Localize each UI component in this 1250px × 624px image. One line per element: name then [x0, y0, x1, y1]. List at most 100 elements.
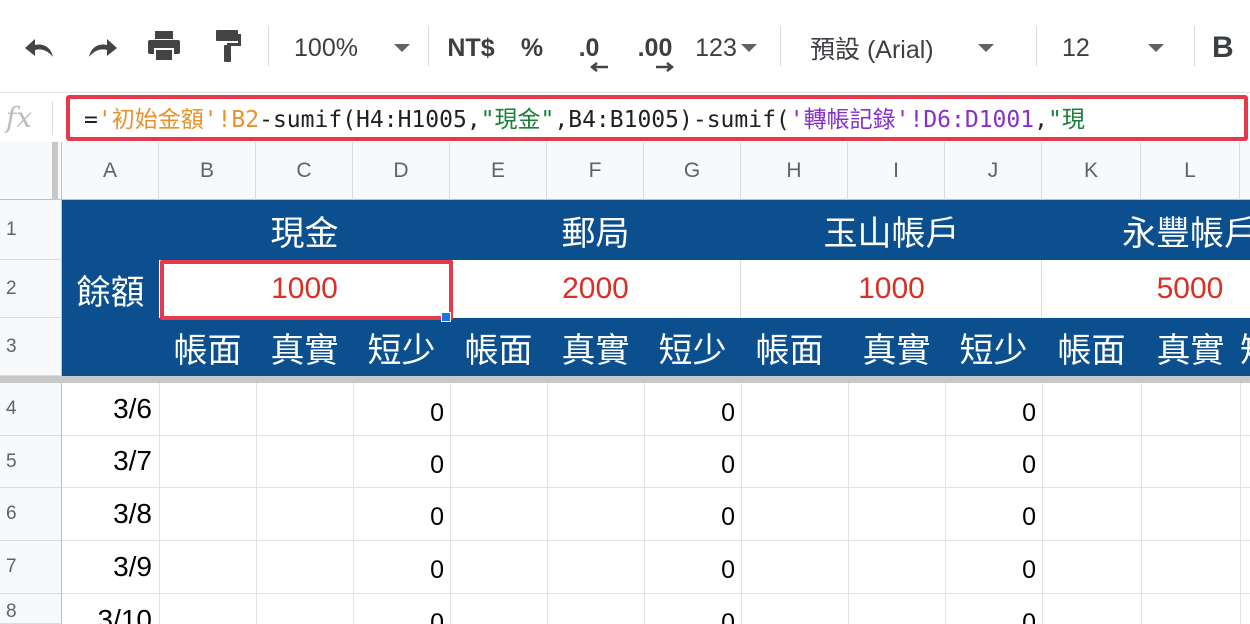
zoom-value: 100% [294, 33, 358, 62]
percent-label: % [520, 33, 544, 62]
formula-string-cash: "現金" [480, 107, 555, 133]
column-header-l[interactable]: L [1141, 142, 1240, 200]
shortage-post-cell[interactable]: 0 [644, 383, 741, 443]
column-header-k[interactable]: K [1042, 142, 1141, 200]
subheader-shortage[interactable]: 短少 [644, 318, 741, 376]
subheader-shortage[interactable]: 短少 [353, 318, 450, 376]
toolbar: 100% NT$ % .0 .00 123 預設 (Arial) 12 B [0, 0, 1250, 92]
row-header-3[interactable]: 3 [0, 318, 62, 376]
decrease-decimal-button[interactable]: .0 [566, 26, 612, 72]
percent-format-button[interactable]: % [512, 26, 552, 70]
currency-format-button[interactable]: NT$ [440, 26, 502, 70]
account-title-sinopac[interactable]: 永豐帳戶 [1042, 200, 1250, 260]
shortage-cash-cell[interactable]: 0 [353, 487, 450, 547]
select-all-corner[interactable] [0, 142, 62, 200]
font-family-select[interactable]: 預設 (Arial) [810, 26, 1020, 70]
freeze-divider[interactable] [0, 376, 1250, 383]
column-header-a[interactable]: A [62, 142, 159, 200]
column-header-g[interactable]: G [644, 142, 741, 200]
subheader-book[interactable]: 帳面 [741, 318, 838, 376]
column-header-j[interactable]: J [945, 142, 1042, 200]
account-title-esun[interactable]: 玉山帳戶 [741, 200, 1042, 260]
subheader-book[interactable]: 帳面 [1042, 318, 1141, 376]
column-header-b[interactable]: B [159, 142, 256, 200]
formula-ref-transfer: '轉帳記錄'!D6:D1001 [789, 107, 1035, 133]
account-title-cash[interactable]: 現金 [159, 200, 450, 260]
arrow-right-icon [656, 62, 675, 72]
column-header-c[interactable]: C [256, 142, 353, 200]
date-cell[interactable]: 3/10 [62, 593, 158, 624]
date-cell[interactable]: 3/7 [62, 435, 158, 487]
balance-esun[interactable]: 1000 [741, 260, 1042, 318]
subheader-shortage[interactable]: 短 [1240, 318, 1250, 376]
zoom-select[interactable]: 100% [290, 26, 414, 70]
shortage-cash-cell[interactable]: 0 [353, 593, 450, 624]
formula-text: ='初始金額'!B2-sumif(H4:H1005,"現金",B4:B1005)… [84, 105, 1085, 135]
subheader-book[interactable]: 帳面 [450, 318, 547, 376]
row-header-7[interactable]: 7 [0, 541, 62, 594]
row-header-5[interactable]: 5 [0, 436, 62, 488]
row-header-1[interactable]: 1 [0, 200, 62, 260]
subheader-actual[interactable]: 真實 [1141, 318, 1240, 376]
date-cell[interactable]: 3/8 [62, 487, 158, 540]
column-header-i[interactable]: I [848, 142, 945, 200]
increase-decimal-label: .00 [637, 33, 673, 62]
shortage-esun-cell[interactable]: 0 [945, 435, 1042, 495]
decrease-decimal-label: .0 [578, 33, 600, 62]
currency-label: NT$ [447, 33, 495, 62]
shortage-post-cell[interactable]: 0 [644, 435, 741, 495]
spreadsheet-grid: A B C D E F G H I J K L 1 2 3 4 5 6 7 8 … [0, 142, 1250, 624]
bold-label: B [1212, 31, 1234, 64]
increase-decimal-button[interactable]: .00 [630, 26, 680, 72]
undo-icon [25, 39, 53, 57]
subheader-actual[interactable]: 真實 [547, 318, 644, 376]
shortage-esun-cell[interactable]: 0 [945, 593, 1042, 624]
redo-button[interactable] [80, 26, 124, 70]
shortage-cash-cell[interactable]: 0 [353, 383, 450, 443]
column-header-e[interactable]: E [450, 142, 547, 200]
redo-icon [89, 39, 117, 57]
more-formats-select[interactable]: 123 [690, 26, 762, 70]
undo-button[interactable] [18, 26, 62, 70]
column-header-h[interactable]: H [741, 142, 848, 200]
row-header-4[interactable]: 4 [0, 383, 62, 436]
formula-input[interactable]: ='初始金額'!B2-sumif(H4:H1005,"現金",B4:B1005)… [66, 95, 1248, 141]
column-header-f[interactable]: F [547, 142, 644, 200]
shortage-post-cell[interactable]: 0 [644, 487, 741, 547]
row-header-2[interactable]: 2 [0, 260, 62, 318]
row-header-8[interactable]: 8 [0, 594, 62, 624]
shortage-cash-cell[interactable]: 0 [353, 540, 450, 600]
balance-post[interactable]: 2000 [450, 260, 741, 318]
paint-format-button[interactable] [206, 24, 250, 68]
balance-label[interactable]: 餘額 [62, 260, 159, 318]
font-size-select[interactable]: 12 [1062, 26, 1182, 70]
more-formats-label: 123 [695, 33, 737, 62]
font-family-value: 預設 (Arial) [810, 36, 934, 64]
shortage-cash-cell[interactable]: 0 [353, 435, 450, 495]
fill-handle[interactable] [441, 312, 451, 322]
shortage-post-cell[interactable]: 0 [644, 540, 741, 600]
paint-format-icon [216, 30, 241, 62]
formula-equals: = [84, 107, 98, 133]
print-button[interactable] [142, 24, 186, 68]
shortage-post-cell[interactable]: 0 [644, 593, 741, 624]
formula-comma: , [1034, 107, 1048, 133]
account-title-post[interactable]: 郵局 [450, 200, 741, 260]
balance-sinopac[interactable]: 5000 [1042, 260, 1250, 318]
date-cell[interactable]: 3/9 [62, 540, 158, 593]
subheader-actual[interactable]: 真實 [256, 318, 353, 376]
shortage-esun-cell[interactable]: 0 [945, 383, 1042, 443]
formula-bar: fx ='初始金額'!B2-sumif(H4:H1005,"現金",B4:B10… [0, 92, 1250, 142]
shortage-esun-cell[interactable]: 0 [945, 540, 1042, 600]
shortage-esun-cell[interactable]: 0 [945, 487, 1042, 547]
column-header-m[interactable] [1240, 142, 1250, 200]
formula-sumif-1: -sumif(H4:H1005, [259, 107, 481, 133]
bold-button[interactable]: B [1212, 26, 1248, 70]
column-header-d[interactable]: D [353, 142, 450, 200]
row-header-6[interactable]: 6 [0, 488, 62, 541]
subheader-book[interactable]: 帳面 [159, 318, 256, 376]
subheader-actual[interactable]: 真實 [848, 318, 945, 376]
subheader-shortage[interactable]: 短少 [945, 318, 1042, 376]
chevron-down-icon [977, 44, 994, 52]
date-cell[interactable]: 3/6 [62, 383, 158, 435]
